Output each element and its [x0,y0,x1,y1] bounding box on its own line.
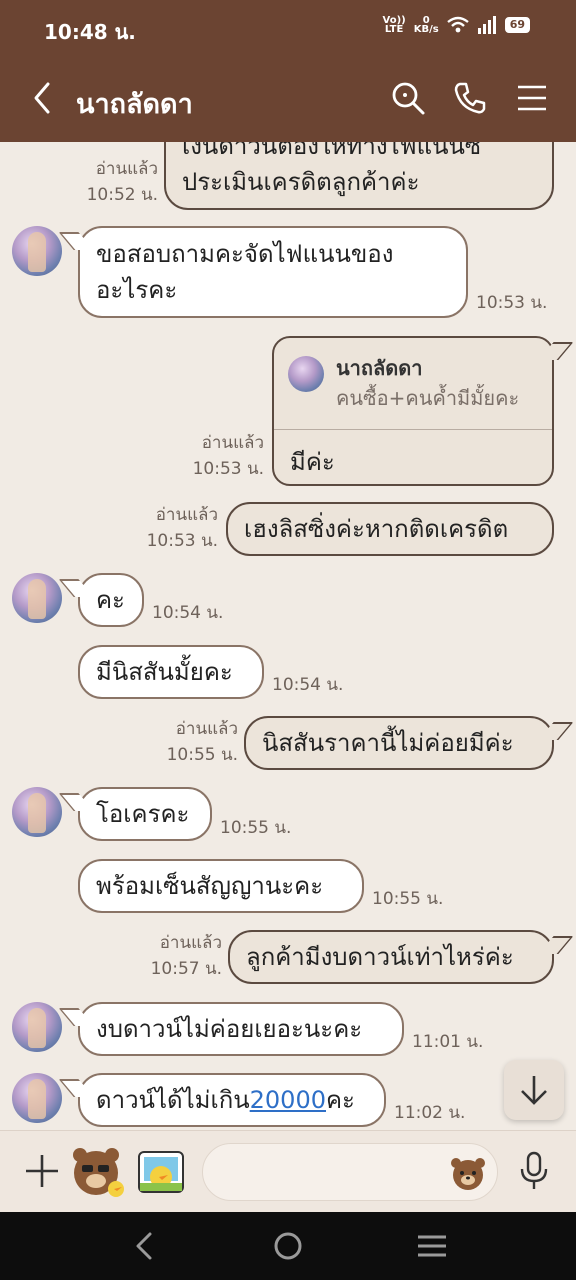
message-meta: อ่านแล้ว 10:55 น. [166,719,238,765]
microphone-icon[interactable] [518,1151,550,1191]
network-indicator: Vo)) LTE [382,15,406,35]
message-bubble-outgoing[interactable]: เงินดาวน์ต้องให้ทางไฟแนนซ์ ประเมินเครดิต… [164,142,554,210]
message-meta: อ่านแล้ว 10:52 น. [86,159,158,205]
phone-number-link[interactable]: 20000 [250,1086,326,1114]
message-time: 11:01 น. [412,1032,484,1052]
chevron-left-icon[interactable] [28,80,58,116]
wifi-icon [446,16,469,33]
message-input-bar [0,1130,576,1212]
chat-title[interactable]: นาถลัดดา [76,82,193,125]
message-bubble-incoming[interactable]: ดาวน์ได้ไม่เกิน20000คะ [78,1073,386,1127]
scroll-to-bottom-button[interactable] [504,1060,564,1120]
avatar[interactable] [12,1002,62,1052]
message-bubble-incoming[interactable]: ขอสอบถามคะจัดไฟแนนของ อะไรคะ [78,226,468,318]
search-icon[interactable] [390,80,426,116]
message-bubble-outgoing[interactable]: ลูกค้ามีงบดาวน์เท่าไหร่ค่ะ [228,930,554,984]
avatar[interactable] [12,226,62,276]
avatar[interactable] [12,573,62,623]
status-bar: 10:48 น. Vo)) LTE 0 KB/s 69 [0,0,576,56]
message-bubble-outgoing[interactable]: เฮงลิสซิ่งค่ะหากติดเครดิต [226,502,554,556]
battery-icon: 69 [504,17,530,33]
recents-icon[interactable] [414,1228,450,1264]
quoted-sender: นาถลัดดา [336,356,423,380]
message-bubble-incoming[interactable]: คะ [78,573,144,627]
message-time: 10:54 น. [152,603,224,623]
message-time: 10:55 น. [372,889,444,909]
plus-icon[interactable] [24,1153,60,1189]
reply-message-bubble[interactable]: นาถลัดดา คนซื้อ+คนค้ำมีมั้ยคะ มีค่ะ [272,336,554,486]
message-time: 10:53 น. [476,293,548,313]
home-icon[interactable] [270,1228,306,1264]
emoji-icon[interactable] [449,1154,487,1192]
signal-icon [477,16,496,34]
phone-icon[interactable] [452,80,488,116]
message-time: 11:02 น. [394,1103,466,1123]
back-icon[interactable] [126,1228,162,1264]
photo-sticker-icon[interactable] [136,1147,186,1197]
quoted-avatar [288,356,324,392]
clock: 10:48 น. [44,20,136,44]
chat-header: นาถลัดดา [0,56,576,142]
reply-text: มีค่ะ [290,448,335,476]
message-bubble-outgoing[interactable]: นิสสันราคานี้ไม่ค่อยมีค่ะ [244,716,554,770]
status-icons: Vo)) LTE 0 KB/s 69 [382,15,530,35]
system-navigation-bar [0,1212,576,1280]
message-time: 10:54 น. [272,675,344,695]
message-bubble-incoming[interactable]: โอเครคะ [78,787,212,841]
message-bubble-incoming[interactable]: งบดาวน์ไม่ค่อยเยอะนะคะ [78,1002,404,1056]
data-speed: 0 KB/s [413,15,439,35]
message-meta: อ่านแล้ว 10:57 น. [150,933,222,979]
arrow-down-icon [521,1076,547,1105]
message-input[interactable] [202,1143,498,1201]
quoted-text: คนซื้อ+คนค้ำมีมั้ยคะ [336,386,520,410]
quoted-message[interactable]: นาถลัดดา คนซื้อ+คนค้ำมีมั้ยคะ [274,338,552,430]
message-bubble-incoming[interactable]: มีนิสสันมั้ยคะ [78,645,264,699]
message-list[interactable]: อ่านแล้ว 10:52 น. เงินดาวน์ต้องให้ทางไฟแ… [0,142,576,1130]
message-meta: อ่านแล้ว 10:53 น. [146,505,218,551]
message-meta: อ่านแล้ว 10:53 น. [192,433,264,479]
sticker-icon[interactable] [70,1143,126,1201]
message-time: 10:55 น. [220,818,292,838]
avatar[interactable] [12,787,62,837]
message-bubble-incoming[interactable]: พร้อมเซ็นสัญญานะคะ [78,859,364,913]
menu-icon[interactable] [514,80,550,116]
avatar[interactable] [12,1073,62,1123]
